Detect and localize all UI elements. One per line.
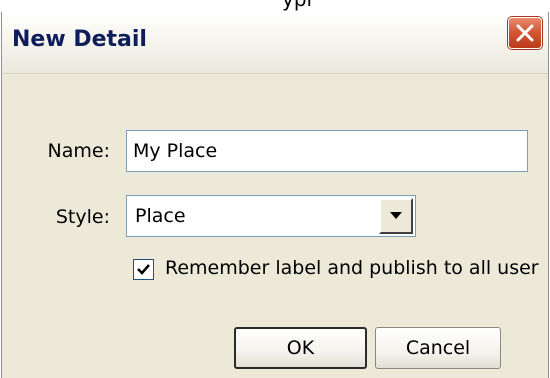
cancel-button[interactable]: Cancel: [375, 327, 501, 369]
style-selected-value: Place: [135, 205, 186, 227]
name-input[interactable]: [126, 130, 528, 172]
ok-button[interactable]: OK: [234, 327, 367, 369]
background-clipped-text: ypi: [282, 0, 312, 11]
style-dropdown-button[interactable]: [379, 198, 413, 234]
dialog-titlebar[interactable]: New Detail: [2, 12, 548, 74]
remember-checkbox[interactable]: [133, 259, 154, 280]
close-button[interactable]: [508, 17, 542, 49]
style-label: Style:: [55, 206, 110, 228]
checkmark-icon: [137, 264, 150, 275]
dialog-title: New Detail: [12, 27, 147, 52]
style-dropdown[interactable]: Place: [126, 195, 416, 237]
remember-label[interactable]: Remember label and publish to all user: [165, 257, 539, 279]
name-label: Name:: [47, 140, 110, 162]
close-icon: [516, 24, 534, 42]
new-detail-dialog: New Detail Name: Style: Place Remember l…: [1, 12, 549, 378]
chevron-down-icon: [390, 212, 402, 219]
